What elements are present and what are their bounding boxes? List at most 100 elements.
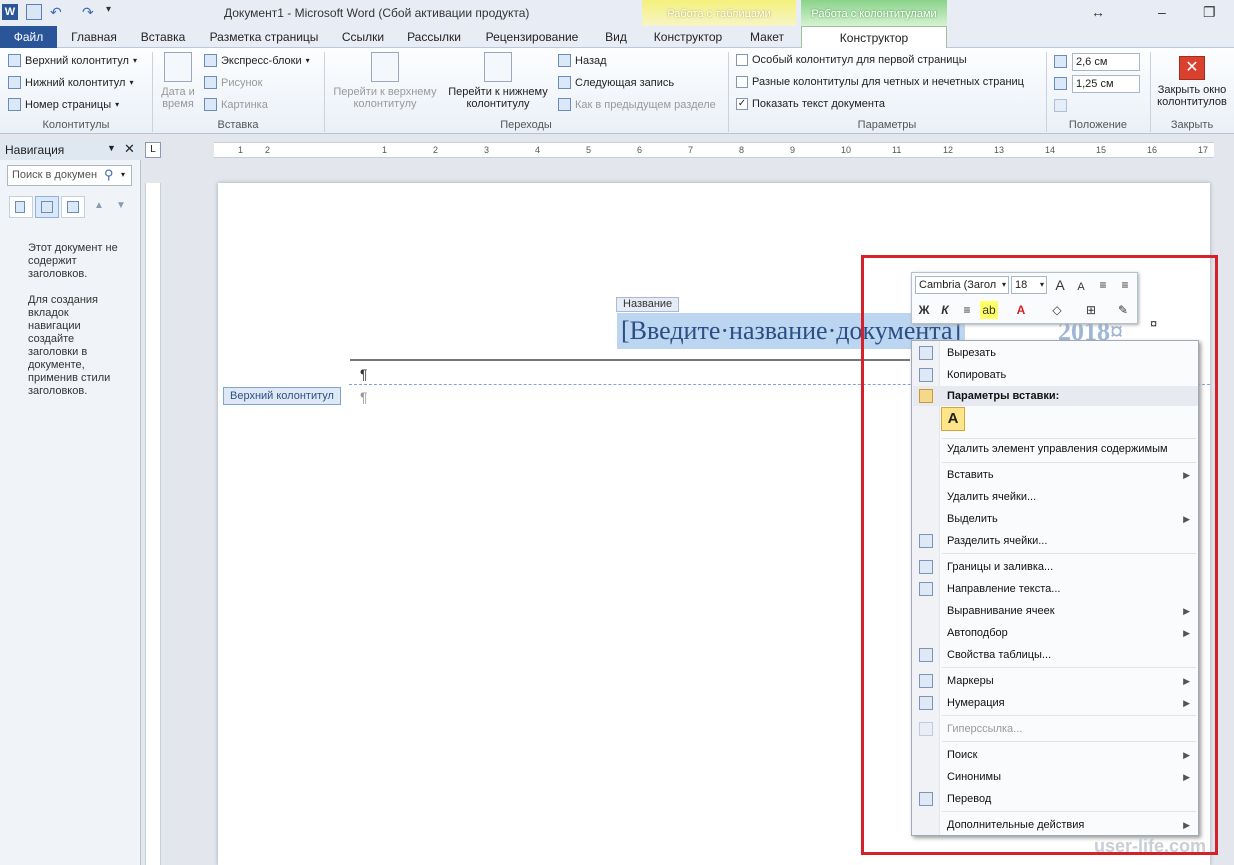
close-red-x-icon: ✕ (1179, 56, 1205, 80)
tab-header-footer-design[interactable]: Конструктор (801, 26, 947, 49)
picture-label: Рисунок (221, 76, 263, 89)
tab-selector[interactable]: L (145, 142, 161, 158)
link-icon (558, 98, 571, 111)
date-time-label: Дата и время (161, 86, 195, 110)
previous-button[interactable]: Назад (558, 54, 607, 67)
header-from-top-input[interactable]: 2,6 см (1072, 53, 1140, 71)
ruler-tick-label: 7 (688, 145, 694, 155)
next-button[interactable]: Следующая запись (558, 76, 674, 89)
ruler-tick-label: 9 (790, 145, 796, 155)
redo-icon[interactable]: ↷ (82, 4, 98, 20)
group-label-close: Закрыть (1170, 119, 1214, 131)
group-label-position: Положение (1068, 119, 1128, 131)
link-to-previous-label: Как в предыдущем разделе (575, 98, 716, 111)
page-number-dropdown[interactable]: Номер страницы ▾ (8, 98, 119, 111)
date-time-button[interactable]: Дата и время (156, 52, 200, 110)
restore-button[interactable]: ❐ (1203, 4, 1216, 21)
browse-pages-tab[interactable] (35, 196, 59, 218)
show-document-text-checkbox[interactable]: ✓ Показать текст документа (736, 98, 885, 110)
group-label-insert: Вставка (217, 119, 259, 131)
different-first-page-checkbox[interactable]: Особый колонтитул для первой страницы (736, 54, 967, 66)
tab-table-layout[interactable]: Макет (740, 26, 794, 48)
go-to-header-icon (371, 52, 399, 82)
clipart-icon (204, 98, 217, 111)
search-icon[interactable]: ⚲ (104, 167, 114, 183)
different-odd-even-checkbox[interactable]: Разные колонтитулы для четных и нечетных… (736, 76, 1024, 88)
vertical-ruler[interactable] (145, 183, 161, 865)
footer-position-icon (1054, 77, 1067, 90)
group-label-navigation: Переходы (500, 119, 552, 131)
footer-dropdown[interactable]: Нижний колонтитул ▾ (8, 76, 133, 89)
ruler-tick-label: 16 (1147, 145, 1158, 155)
checkbox-unchecked (736, 54, 748, 66)
picture-icon (204, 76, 217, 89)
tab-insert[interactable]: Вставка (134, 26, 192, 48)
ruler-tick-label: 15 (1096, 145, 1107, 155)
tab-review[interactable]: Рецензирование (478, 26, 586, 48)
header-icon (8, 54, 21, 67)
header-border-line (350, 359, 910, 361)
group-label-hf: Колонтитулы (42, 119, 110, 131)
previous-heading-icon[interactable]: ▲ (94, 200, 104, 211)
ruler-tick-label: 11 (892, 145, 902, 155)
tab-references[interactable]: Ссылки (334, 26, 392, 48)
next-label: Следующая запись (575, 76, 675, 89)
checkmark-icon: ✓ (736, 98, 748, 110)
ruler-tick-label: 4 (535, 145, 541, 155)
tab-file[interactable]: Файл (0, 26, 57, 48)
footer-from-bottom-input[interactable]: 1,25 см (1072, 75, 1140, 93)
headings-icon (15, 201, 25, 213)
resize-icon[interactable]: ↔ (1091, 4, 1105, 20)
next-heading-icon[interactable]: ▼ (116, 200, 126, 211)
quick-parts-dropdown[interactable]: Экспресс-блоки ▾ (204, 54, 310, 67)
page-number-label: Номер страницы (25, 98, 112, 111)
ruler-tick-label: 3 (484, 145, 490, 155)
clipart-button[interactable]: Картинка (204, 98, 268, 111)
picture-button[interactable]: Рисунок (204, 76, 263, 89)
tab-home[interactable]: Главная (64, 26, 124, 48)
page-number-icon (8, 98, 21, 111)
go-to-header-label: Перейти к верхнему колонтитулу (333, 86, 437, 110)
content-control-tag[interactable]: Название (616, 297, 680, 312)
navigation-title: Навигация (5, 143, 65, 157)
minimize-button[interactable]: – (1158, 4, 1166, 20)
group-label-options: Параметры (857, 119, 917, 131)
close-pane-icon[interactable]: ✕ (124, 141, 135, 157)
tab-mailings[interactable]: Рассылки (400, 26, 468, 48)
paragraph-mark: ¶ (360, 389, 368, 405)
close-header-footer-label: Закрыть окно колонтитулов (1157, 84, 1227, 108)
save-icon[interactable] (26, 4, 42, 20)
window-title: Документ1 - Microsoft Word (Сбой активац… (224, 6, 530, 20)
header-label-tag: Верхний колонтитул (223, 387, 341, 405)
browse-headings-tab[interactable] (9, 196, 33, 218)
browse-results-tab[interactable] (61, 196, 85, 218)
horizontal-ruler[interactable]: 1 2 1 2 3 4 5 6 7 8 9 10 11 12 13 14 15 16 17 (214, 142, 1214, 158)
different-odd-even-label: Разные колонтитулы для четных и нечетных… (752, 76, 1024, 88)
customize-qat-icon[interactable]: ▾ (106, 4, 122, 20)
watermark: user-life.com (1094, 836, 1207, 856)
link-to-previous-button[interactable]: Как в предыдущем разделе (558, 98, 716, 111)
undo-icon[interactable]: ↶ (50, 4, 66, 20)
pane-options-icon[interactable]: ▼ (107, 143, 116, 153)
header-dropdown[interactable]: Верхний колонтитул ▾ (8, 54, 137, 67)
go-to-header-button[interactable]: Перейти к верхнему колонтитулу (328, 52, 442, 110)
footer-label: Нижний колонтитул (25, 76, 126, 89)
search-options-icon[interactable]: ▾ (121, 170, 125, 179)
ribbon-tabs: Файл Главная Вставка Разметка страницы С… (0, 26, 1234, 49)
checkbox-unchecked (736, 76, 748, 88)
go-to-footer-button[interactable]: Перейти к нижнему колонтитулу (442, 52, 554, 110)
quick-parts-icon (204, 54, 217, 67)
results-icon (67, 201, 79, 213)
navigation-pane-header: Навигация ▼ ✕ (0, 140, 141, 160)
header-label: Верхний колонтитул (25, 54, 129, 67)
word-app-icon[interactable]: W (2, 4, 18, 20)
tab-page-layout[interactable]: Разметка страницы (204, 26, 324, 48)
ruler-tick-label: 1 (238, 145, 244, 155)
tab-table-design[interactable]: Конструктор (646, 26, 730, 48)
insert-alignment-tab-icon[interactable] (1054, 99, 1067, 112)
pages-grid-icon (41, 201, 53, 213)
tab-view[interactable]: Вид (596, 26, 636, 48)
different-first-page-label: Особый колонтитул для первой страницы (752, 54, 967, 66)
previous-icon (558, 54, 571, 67)
close-header-footer-button[interactable]: ✕ Закрыть окно колонтитулов (1152, 56, 1232, 108)
